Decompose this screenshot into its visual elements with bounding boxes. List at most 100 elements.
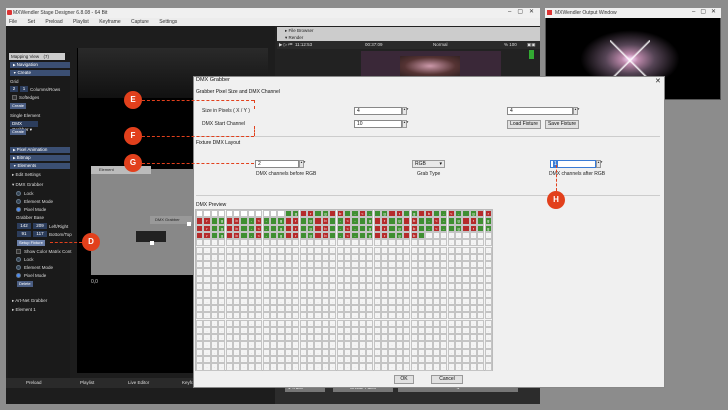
dmx-grabber-node[interactable]: ▾ DMX Grabber [12,182,43,188]
element-mode-radio[interactable] [16,199,21,204]
lock2-radio[interactable] [16,257,21,262]
edit-settings-toggle[interactable]: ▸ Edit Settings [12,172,41,178]
grid-cell: - [351,348,359,356]
tab-mapping-view[interactable]: Mapping View (7) [9,53,65,60]
grid-cell: - [299,239,307,247]
play-icon[interactable]: ▶ ▷ ⏮ [279,42,292,48]
grid-cell: - [240,334,248,342]
start-channel-input[interactable]: 10 [354,120,402,128]
grid-cell: - [277,341,285,349]
close-icon[interactable]: ✕ [655,77,661,85]
delete-button[interactable]: Delete [17,281,33,287]
create-grid-button[interactable]: Create [10,103,27,109]
grid-cell: - [432,253,441,262]
grid-cell: - [262,341,270,349]
grid-cell: - [262,231,270,240]
start-channel-label: DMX Start Channel [202,121,246,127]
tab-live-editor[interactable]: Live Editor [128,380,149,385]
grid-cell: - [351,356,359,364]
cancel-button[interactable]: Cancel [431,375,463,384]
grid-cell: - [270,275,278,283]
grid-cell: - [321,268,330,276]
section-elements[interactable]: Elements [10,163,70,169]
blend-mode[interactable]: Normal [433,42,448,47]
element-mode2-radio[interactable] [16,265,21,270]
grid-cell: - [351,326,359,335]
grid-cell: - [447,334,455,342]
left-input[interactable]: 142 [17,223,31,229]
section-navigation[interactable]: Navigation [10,62,70,68]
pixel-mode-radio[interactable] [16,207,21,212]
section-bitmap[interactable]: Bitmap [10,155,70,161]
zoom-level[interactable]: % 100 [504,42,517,47]
grid-cell: - [410,319,418,327]
grid-cell: - [358,341,367,349]
grid-cell: - [270,290,278,298]
lock-radio[interactable] [16,191,21,196]
dmx-grabber-element[interactable]: DMX Grabber [150,216,192,224]
grid-cell: - [418,341,426,349]
expand-icon[interactable]: ▣▣ [527,42,536,48]
grabber-handle[interactable] [150,241,154,245]
grid-cell: - [477,356,485,364]
menu-settings[interactable]: Settings [159,19,177,25]
channels-after-spinner[interactable]: ▲▼ [596,160,603,168]
artnet-grabber-node[interactable]: ▸ Art-Net Grabber [12,298,47,304]
ok-button[interactable]: OK [394,375,414,384]
grid-cell: - [440,275,448,283]
grab-type-select[interactable]: RGB ▾ [412,160,445,168]
menu-bar: File Set Preload Playlist Keyframe Captu… [6,18,540,26]
show-color-checkbox[interactable] [16,249,21,254]
grid-cell: - [432,290,441,298]
grid-cols-input[interactable]: 2 [10,86,18,92]
section-pixel-animation[interactable]: Pixel Animation [10,147,70,153]
grid-cell: - [484,297,492,305]
grid-cell: r [203,224,211,232]
single-element-select[interactable]: DMX Grabber ▾ [10,121,38,132]
grid-cell: - [351,239,359,247]
channels-before-spinner[interactable]: ▲▼ [299,160,306,168]
softedges-checkbox[interactable] [12,95,17,100]
section-create[interactable]: Create [10,70,70,76]
grid-cell: - [403,275,411,283]
channels-before-input[interactable]: 2 [255,160,299,168]
pixel-mode2-radio[interactable] [16,273,21,278]
menu-capture[interactable]: Capture [131,19,149,25]
output-window-controls[interactable]: –▢✕ [692,8,721,15]
grid-cell: - [255,239,263,247]
grabber-handle[interactable] [187,222,191,226]
size-x-spinner[interactable]: ▲▼ [402,107,409,115]
grid-rows-input[interactable]: 1 [20,86,28,92]
grid-cell: - [299,334,307,342]
start-channel-spinner[interactable]: ▲▼ [402,120,409,128]
element1-node[interactable]: ▸ Element 1 [12,307,36,313]
render-header[interactable]: ▾ Render [277,34,540,41]
size-y-spinner[interactable]: ▲▼ [573,107,580,115]
create-element-button[interactable]: Create [10,129,27,135]
menu-preload[interactable]: Preload [45,19,62,25]
file-browser-header[interactable]: ▸ File Browser [277,27,540,34]
load-fixture-button[interactable]: Load Fixture [507,120,541,129]
grid-cell: - [425,312,433,320]
size-y-input[interactable]: 4 [507,107,573,115]
right-input[interactable]: 209 [33,223,47,229]
setup-fixture-button[interactable]: Setup Fixture [17,240,45,246]
tab-preload[interactable]: Preload [26,380,42,385]
grid-cell: - [403,297,411,305]
menu-keyframe[interactable]: Keyframe [99,19,120,25]
grid-cell [418,231,426,240]
menu-playlist[interactable]: Playlist [73,19,89,25]
menu-set[interactable]: Set [27,19,35,25]
grid-cell: - [203,283,211,291]
grid-cell: - [395,334,404,342]
top-input[interactable]: 117 [33,231,47,237]
grid-cell: - [255,341,263,349]
bottom-input[interactable]: 91 [17,231,31,237]
tab-playlist[interactable]: Playlist [80,380,94,385]
save-fixture-button[interactable]: Save Fixture [545,120,579,129]
grid-cell: - [262,224,270,232]
size-x-input[interactable]: 4 [354,107,402,115]
menu-file[interactable]: File [9,19,17,25]
window-controls[interactable]: –▢✕ [508,8,540,15]
grid-cell [314,217,322,225]
